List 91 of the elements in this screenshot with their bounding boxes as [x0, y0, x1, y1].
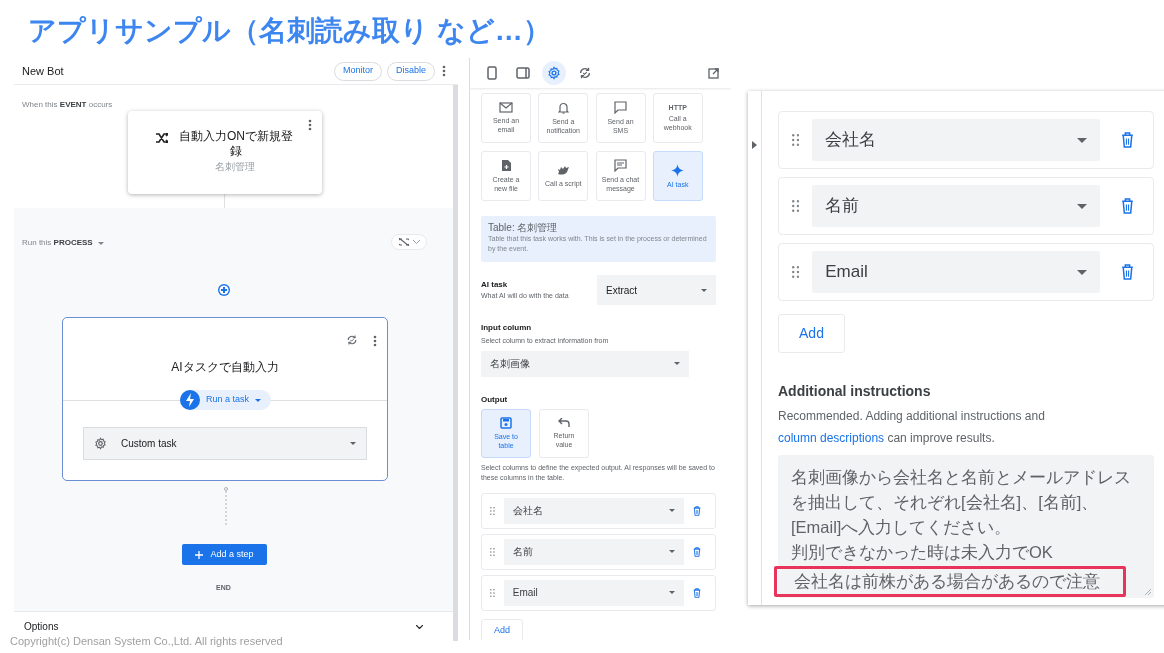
trash-icon: [1121, 132, 1135, 148]
dotted-connector: [224, 487, 228, 527]
shuffle-icon: [156, 133, 168, 143]
instruction-line: 判別できなかった時は未入力でOK: [790, 542, 1054, 563]
add-button[interactable]: Add: [778, 314, 845, 353]
caret-icon: [668, 550, 675, 553]
drag-handle-icon: [490, 588, 495, 597]
instructions-hint: Recommended. Adding additional instructions and column descriptions can improve results.: [778, 408, 1046, 447]
bot-title: New Bot: [22, 63, 64, 79]
sync-icon: [578, 66, 592, 80]
ai-task-select[interactable]: Extract: [597, 275, 716, 305]
trash-icon: [692, 505, 701, 516]
header-button[interactable]: Monitor: [333, 61, 382, 81]
add-step-button[interactable]: Add a step: [182, 544, 267, 565]
speech-bubble-icon: [614, 101, 627, 114]
drag-handle-icon: [792, 200, 800, 212]
instruction-line: [Email]へ入力してください。: [790, 517, 1013, 538]
step-card[interactable]: AIタスクで自動入力 Run a task Custom task: [62, 317, 388, 481]
drag-handle-icon: [792, 266, 800, 278]
caret-icon: [674, 362, 680, 365]
step-title: AIタスクで自動入力: [170, 359, 280, 376]
options-label: Options: [24, 620, 59, 634]
caret-icon: [701, 288, 707, 292]
more-icon: [442, 65, 446, 77]
more-icon: [308, 119, 312, 131]
column-select[interactable]: 名前: [812, 185, 1101, 227]
undo-arrow-icon: [558, 417, 570, 428]
more-icon: [373, 335, 377, 347]
trash-icon: [692, 587, 701, 598]
drag-handle-icon: [792, 134, 800, 146]
collapse-arrow-icon: [752, 141, 757, 149]
chevron-down-icon: [412, 240, 420, 244]
column-select[interactable]: 会社名: [812, 119, 1101, 161]
column-select[interactable]: Email: [812, 251, 1101, 293]
slide-title: アプリサンプル（名刺読み取り など…）: [28, 14, 551, 48]
task-type-button[interactable]: Run a task: [180, 390, 272, 410]
header-button[interactable]: Disable: [387, 61, 435, 81]
bird-icon: [556, 164, 570, 176]
trash-icon: [1121, 198, 1135, 214]
instruction-line: 名刺画像から会社名と名前とメールアドレス: [790, 467, 1132, 488]
event-card[interactable]: 自動入力ONで新規登録 名刺管理: [128, 111, 322, 194]
plus-icon: [195, 550, 204, 559]
event-title: 自動入力ONで新規登録: [178, 129, 294, 159]
column-select[interactable]: Email: [503, 579, 684, 606]
caret-icon: [350, 442, 356, 445]
resize-handle-icon: [1145, 589, 1151, 595]
drag-handle-icon: [490, 547, 495, 556]
table-info-title: Table: 名刺管理: [488, 221, 559, 234]
column-select[interactable]: 名前: [503, 538, 684, 565]
caret-icon: [1077, 203, 1088, 209]
section-label: Run this PROCESS: [22, 237, 93, 249]
caret-icon: [668, 509, 675, 512]
file-plus-icon: [500, 159, 512, 172]
column-select[interactable]: 会社名: [503, 497, 684, 524]
link-off-icon: [398, 238, 409, 246]
caret-icon: [1077, 137, 1088, 143]
task-select[interactable]: Custom task: [83, 427, 367, 460]
add-button[interactable]: Add: [481, 618, 523, 640]
copyright-text: Copyright(c) Densan System Co.,Ltd. All rights reserved: [10, 634, 283, 649]
event-table-name: 名刺管理: [215, 160, 255, 174]
chat-message-icon: [614, 159, 627, 172]
field-label: Output: [481, 393, 509, 406]
caret-icon: [97, 241, 104, 245]
bolt-icon: [180, 390, 200, 410]
caret-icon: [1077, 269, 1088, 275]
gear-icon: [547, 66, 561, 80]
phone-icon: [487, 66, 497, 80]
caret-icon: [668, 591, 675, 594]
column-descriptions-link[interactable]: column descriptions: [778, 431, 885, 445]
field-label: AI task: [481, 278, 509, 291]
gear-icon: [94, 437, 107, 450]
link-toggle[interactable]: [391, 234, 427, 250]
add-circle-icon: [217, 283, 231, 297]
section-label: When this EVENT occurs: [22, 99, 113, 111]
chevron-down-icon: [416, 624, 423, 629]
trash-icon: [1121, 264, 1135, 280]
sync-icon: [346, 334, 358, 346]
drag-handle-icon: [490, 506, 495, 515]
input-column-select[interactable]: 名刺画像: [481, 350, 689, 377]
open-in-new-icon: [708, 67, 719, 79]
envelope-icon: [499, 102, 513, 113]
sparkle-icon: [671, 163, 685, 177]
tablet-icon: [516, 67, 530, 79]
bell-icon: [557, 101, 569, 114]
instruction-line: を抽出して、それぞれ[会社名]、[名前]、: [790, 492, 1100, 513]
toolbar-tab[interactable]: [542, 61, 566, 85]
field-label: Input column: [481, 322, 533, 334]
caret-icon: [255, 398, 262, 402]
scrollbar[interactable]: [453, 85, 458, 641]
trash-icon: [692, 546, 701, 557]
instructions-label: Additional instructions: [778, 382, 932, 401]
